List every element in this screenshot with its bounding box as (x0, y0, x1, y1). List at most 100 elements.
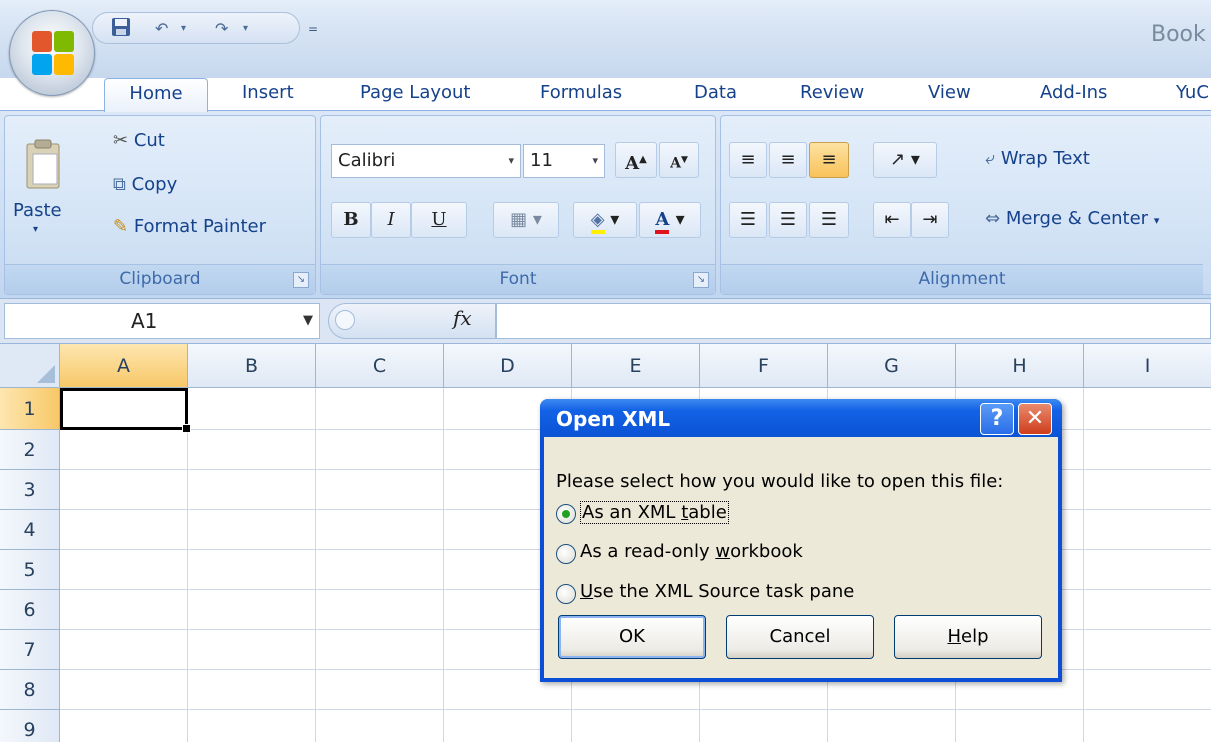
borders-button[interactable]: ▦ ▾ (493, 202, 559, 238)
tab-view[interactable]: View (928, 78, 971, 112)
ribbon: Paste ▾ ✂ Cut ⧉ Copy ✎ Format Painter Cl… (0, 110, 1211, 298)
increase-indent-button[interactable]: ⇥ (911, 202, 949, 238)
clipboard-group: Paste ▾ ✂ Cut ⧉ Copy ✎ Format Painter Cl… (4, 115, 316, 295)
formula-bar: A1 ▼ fx (0, 298, 1211, 344)
italic-button[interactable]: I (371, 202, 411, 238)
column-header-i[interactable]: I (1084, 344, 1211, 388)
name-box-value: A1 (131, 309, 158, 333)
format-painter-button[interactable]: ✎ Format Painter (113, 216, 266, 237)
align-middle-button[interactable]: ≡ (769, 142, 807, 178)
increase-indent-icon: ⇥ (922, 209, 938, 230)
align-right-button[interactable]: ☰ (809, 202, 849, 238)
ok-button[interactable]: OK (558, 615, 706, 659)
row-header-8[interactable]: 8 (0, 670, 60, 710)
undo-icon[interactable]: ↶ (155, 17, 168, 41)
column-header-c[interactable]: C (316, 344, 444, 388)
radio-button[interactable] (556, 544, 576, 564)
orientation-button[interactable]: ↗ ▾ (873, 142, 937, 178)
align-top-button[interactable]: ≡ (729, 142, 767, 178)
font-color-button[interactable]: A ▾ (639, 202, 701, 238)
align-left-button[interactable]: ☰ (729, 202, 767, 238)
font-launcher-icon[interactable]: ↘ (693, 272, 709, 288)
tab-insert[interactable]: Insert (242, 78, 294, 112)
gridline (187, 388, 188, 742)
row-header-4[interactable]: 4 (0, 510, 60, 550)
select-all-button[interactable] (0, 344, 60, 388)
row-header-6[interactable]: 6 (0, 590, 60, 630)
font-size-combo[interactable]: 11 ▾ (523, 144, 605, 178)
insert-function-icon[interactable]: fx (453, 306, 472, 330)
redo-icon[interactable]: ↷ (215, 17, 228, 41)
align-bottom-icon: ≡ (821, 149, 837, 170)
cancel-button[interactable]: Cancel (726, 615, 874, 659)
row-header-1[interactable]: 1 (0, 388, 60, 430)
decrease-indent-icon: ⇤ (884, 209, 900, 230)
formula-input[interactable] (496, 303, 1211, 339)
save-icon[interactable] (111, 17, 131, 41)
alignment-group: ≡ ≡ ≡ ↗ ▾ ☰ ☰ ☰ ⇤ ⇥ ⤶ Wrap Text ⇔ Merge … (720, 115, 1211, 295)
tab-yuc[interactable]: YuC (1176, 78, 1209, 112)
underline-button[interactable]: U (411, 202, 467, 238)
option-label: As a read-only workbook (580, 541, 803, 562)
gridline (315, 388, 316, 742)
fill-color-button[interactable]: ◈ ▾ (573, 202, 637, 238)
tab-formulas[interactable]: Formulas (540, 78, 622, 112)
help-icon[interactable]: ? (980, 403, 1014, 435)
clipboard-launcher-icon[interactable]: ↘ (293, 272, 309, 288)
column-header-f[interactable]: F (700, 344, 828, 388)
close-icon[interactable]: ✕ (1018, 403, 1052, 435)
decrease-indent-button[interactable]: ⇤ (873, 202, 911, 238)
merge-center-button[interactable]: ⇔ Merge & Center ▾ (985, 208, 1159, 229)
tab-data[interactable]: Data (694, 78, 737, 112)
align-bottom-button[interactable]: ≡ (809, 142, 849, 178)
name-box[interactable]: A1 ▼ (4, 303, 320, 339)
row-header-7[interactable]: 7 (0, 630, 60, 670)
column-header-a[interactable]: A (60, 344, 188, 388)
column-header-d[interactable]: D (444, 344, 572, 388)
dialog-titlebar[interactable]: Open XML ? ✕ (540, 399, 1062, 437)
column-header-h[interactable]: H (956, 344, 1084, 388)
column-header-g[interactable]: G (828, 344, 956, 388)
formula-controls: fx (328, 303, 496, 339)
chevron-down-icon: ▾ (592, 154, 598, 167)
row-header-5[interactable]: 5 (0, 550, 60, 590)
wrap-text-button[interactable]: ⤶ Wrap Text (985, 148, 1090, 169)
bold-button[interactable]: B (331, 202, 371, 238)
paste-button[interactable]: Paste ▾ (9, 120, 73, 250)
grow-font-button[interactable]: A▲ (615, 142, 657, 178)
radio-button[interactable] (556, 584, 576, 604)
row-header-3[interactable]: 3 (0, 470, 60, 510)
row-header-9[interactable]: 9 (0, 710, 60, 742)
expand-handle-icon[interactable] (335, 310, 355, 330)
shrink-font-button[interactable]: A▼ (659, 142, 699, 178)
customize-qat-button[interactable]: = (308, 22, 318, 36)
redo-dropdown-icon[interactable]: ▾ (243, 17, 248, 41)
radio-button[interactable] (556, 504, 576, 524)
dialog-body: Please select how you would like to open… (544, 437, 1058, 678)
column-header-b[interactable]: B (188, 344, 316, 388)
orientation-icon: ↗ ▾ (890, 149, 920, 170)
column-header-e[interactable]: E (572, 344, 700, 388)
office-button[interactable] (9, 10, 95, 96)
paste-icon (26, 139, 60, 189)
gridline (1083, 388, 1084, 742)
tab-page-layout[interactable]: Page Layout (360, 78, 471, 112)
cut-button[interactable]: ✂ Cut (113, 130, 165, 151)
tab-home[interactable]: Home (104, 78, 208, 112)
alignment-group-label: Alignment (721, 264, 1203, 294)
copy-button[interactable]: ⧉ Copy (113, 174, 177, 195)
help-button[interactable]: Help (894, 615, 1042, 659)
tab-add-ins[interactable]: Add-Ins (1040, 78, 1107, 112)
active-cell[interactable] (60, 388, 191, 433)
align-top-icon: ≡ (740, 149, 756, 170)
row-header-2[interactable]: 2 (0, 430, 60, 470)
gridline (443, 388, 444, 742)
tab-review[interactable]: Review (800, 78, 864, 112)
undo-dropdown-icon[interactable]: ▾ (181, 17, 186, 41)
font-name-combo[interactable]: Calibri ▾ (331, 144, 521, 178)
wrap-text-icon: ⤶ (985, 148, 996, 169)
align-center-button[interactable]: ☰ (769, 202, 807, 238)
quick-access-toolbar: ↶ ▾ ↷ ▾ (92, 12, 300, 44)
paste-dropdown-icon: ▾ (33, 224, 39, 235)
chevron-down-icon[interactable]: ▼ (303, 304, 313, 338)
